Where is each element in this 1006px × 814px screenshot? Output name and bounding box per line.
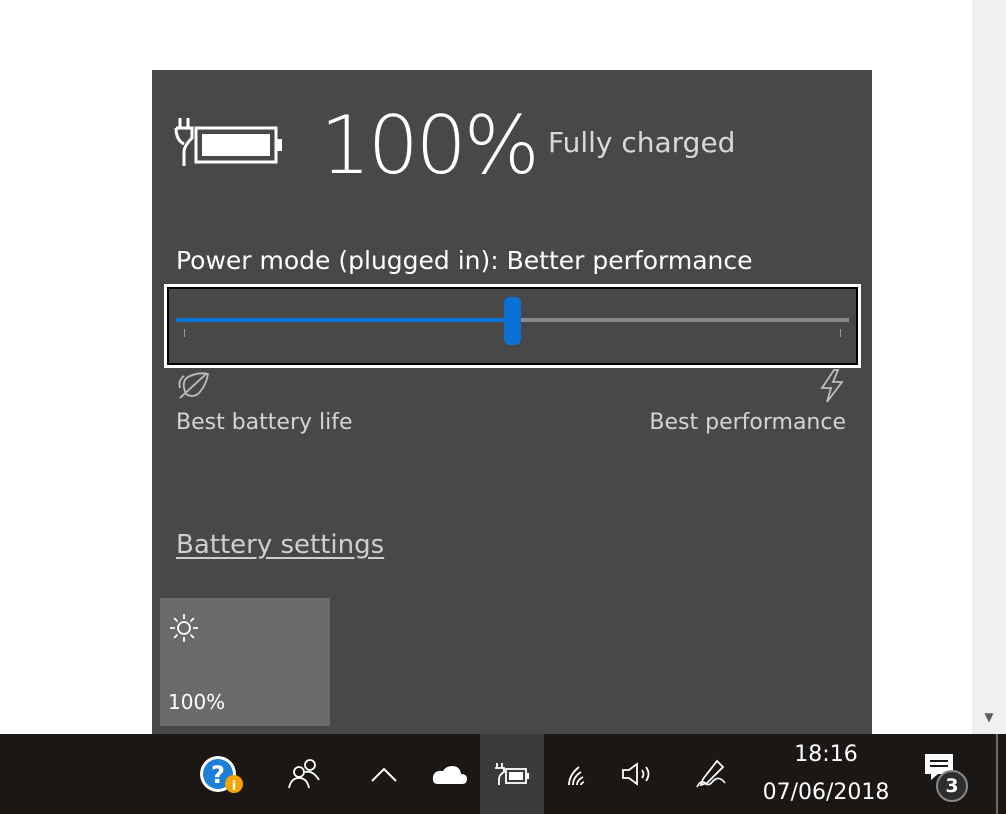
taskbar: ? i 18:16 07/06/2018 [0, 734, 1006, 814]
show-hidden-icons-icon [371, 767, 397, 782]
help-info-icon: ? i [200, 756, 243, 794]
wifi-icon [568, 766, 585, 786]
best-performance-label: Best performance [649, 410, 846, 435]
svg-text:i: i [232, 779, 236, 794]
volume-button[interactable] [614, 734, 662, 814]
help-button[interactable]: ? i [190, 734, 254, 814]
scroll-down-arrow[interactable]: ▼ [980, 710, 998, 724]
battery-flyout: 100% Fully charged Power mode (plugged i… [152, 70, 872, 734]
desktop: ▼ 100% Fully charged Power mode (plugged… [0, 0, 1006, 814]
pen-workspace-icon [696, 759, 726, 788]
notification-count-badge: 3 [936, 770, 968, 802]
sun-icon [170, 614, 198, 642]
battery-percentage: 100% [320, 99, 540, 192]
power-mode-slider[interactable] [164, 284, 861, 368]
clock-time: 18:16 [794, 742, 858, 767]
slider-track-empty [512, 318, 849, 322]
show-hidden-icons-button[interactable] [360, 734, 408, 814]
people-icon [288, 759, 320, 789]
battery-settings-link[interactable]: Battery settings [176, 530, 384, 560]
show-desktop-button[interactable] [996, 734, 998, 814]
brightness-value: 100% [168, 690, 226, 714]
clock-date: 07/06/2018 [762, 780, 890, 805]
network-button[interactable] [556, 734, 602, 814]
lightning-bolt-icon [820, 369, 844, 403]
battery-tray-button[interactable] [480, 734, 544, 814]
people-button[interactable] [276, 734, 332, 814]
battery-status: Fully charged [548, 126, 736, 159]
onedrive-button[interactable] [420, 734, 478, 814]
slider-tick-right [840, 329, 841, 337]
pen-workspace-button[interactable] [686, 734, 738, 814]
scrollbar[interactable] [972, 0, 1006, 734]
best-battery-life-label: Best battery life [176, 410, 353, 435]
slider-track-filled [176, 318, 513, 322]
power-mode-label: Power mode (plugged in): Better performa… [176, 246, 753, 275]
clock[interactable]: 18:16 07/06/2018 [756, 734, 896, 814]
volume-icon [622, 762, 650, 786]
onedrive-icon [432, 766, 467, 784]
leaf-icon [178, 372, 210, 399]
svg-text:?: ? [211, 761, 225, 789]
slider-tick-left [184, 329, 185, 337]
battery-plugged-icon [174, 118, 282, 166]
brightness-tile[interactable]: 100% [160, 598, 330, 726]
slider-thumb[interactable] [504, 297, 521, 345]
battery-icon [495, 763, 529, 785]
